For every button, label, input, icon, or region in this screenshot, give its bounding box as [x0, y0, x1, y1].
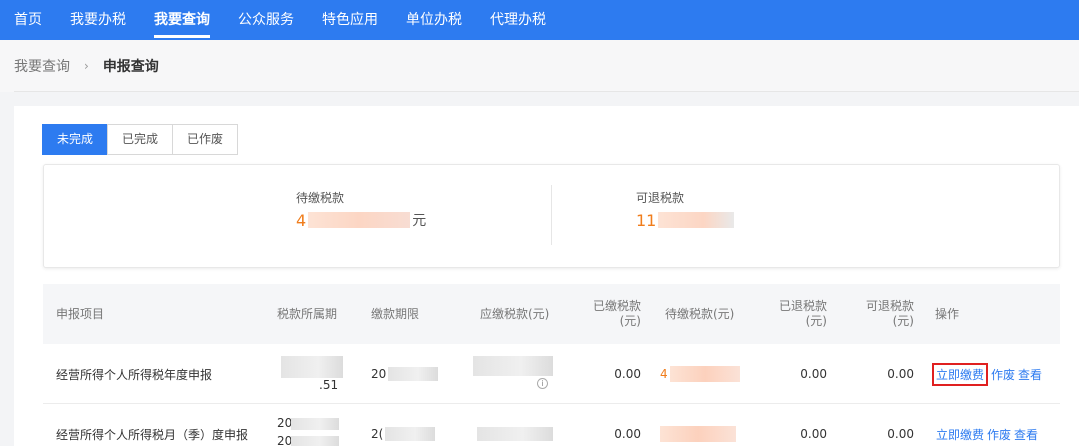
row-deadline: 2( [371, 404, 436, 446]
nav-public-service[interactable]: 公众服务 [238, 0, 294, 40]
pending-tax-unit: 元 [412, 213, 427, 229]
pay-now-button[interactable]: 立即缴费 [936, 426, 984, 443]
summary-divider [551, 185, 552, 245]
nav-query[interactable]: 我要查询 [154, 0, 210, 40]
nav-featured-apps[interactable]: 特色应用 [322, 0, 378, 40]
redacted-amount [658, 212, 735, 228]
row-refunded: 0.00 [800, 427, 827, 441]
row-item: 经营所得个人所得税年度申报 [56, 367, 213, 382]
row-period-fragment-bottom: 20 [277, 434, 293, 446]
redacted-period [281, 356, 343, 378]
redacted-pending [669, 366, 740, 382]
col-deadline: 缴款期限 [371, 306, 420, 321]
redacted-payable [473, 356, 553, 376]
top-nav: 首页 我要办税 我要查询 公众服务 特色应用 单位办税 代理办税 [0, 0, 1079, 40]
col-refunded-line1: 已退税款 [778, 299, 827, 313]
row-ops: 立即缴费 作废 查看 [932, 344, 1045, 404]
col-pending: 待缴税款(元) [665, 306, 735, 321]
void-button[interactable]: 作废 [991, 366, 1015, 383]
main-panel: 未完成 已完成 已作废 待缴税款 4 元 可退税款 11 申报项目 税款所属期 … [14, 106, 1079, 446]
col-payable: 应缴税款(元) [480, 306, 550, 321]
refundable-tax-amount: 11 [636, 210, 736, 230]
breadcrumb-divider [14, 91, 1079, 92]
row-deadline-prefix: 20 [371, 367, 387, 381]
row-period: .51 [277, 344, 347, 404]
breadcrumb: 我要查询 › 申报查询 [0, 40, 1079, 92]
redacted-period [291, 418, 339, 430]
chevron-right-icon: › [84, 59, 89, 73]
row-payable: i [473, 344, 553, 404]
pending-tax-label: 待缴税款 [296, 191, 345, 205]
row-pending-prefix: 4 [660, 367, 668, 381]
view-button[interactable]: 查看 [1014, 426, 1038, 443]
table-row: 经营所得个人所得税月（季）度申报 20 20 2( 0.00 0.00 0.00… [43, 404, 1060, 446]
row-refunded: 0.00 [800, 367, 827, 381]
row-deadline: 20 [371, 344, 439, 404]
void-button[interactable]: 作废 [987, 426, 1011, 443]
col-paid: 已缴税款 (元) [573, 284, 641, 344]
row-paid: 0.00 [614, 427, 641, 441]
nav-tax-handling[interactable]: 我要办税 [70, 0, 126, 40]
row-period: 20 20 [277, 404, 347, 446]
col-refundable-line2: (元) [892, 314, 914, 328]
table-header: 申报项目 税款所属期 缴款期限 应缴税款(元) 已缴税款 (元) 待缴税款(元) … [43, 284, 1060, 344]
col-period: 税款所属期 [277, 306, 338, 321]
tab-voided[interactable]: 已作废 [172, 124, 239, 155]
info-icon[interactable]: i [537, 378, 548, 389]
col-item: 申报项目 [56, 306, 105, 321]
declaration-table: 申报项目 税款所属期 缴款期限 应缴税款(元) 已缴税款 (元) 待缴税款(元) … [43, 284, 1060, 446]
redacted-pending [660, 426, 736, 442]
pay-now-button[interactable]: 立即缴费 [932, 362, 989, 386]
refundable-tax-block: 可退税款 11 [636, 189, 736, 230]
tab-incomplete[interactable]: 未完成 [42, 124, 109, 155]
row-refundable: 0.00 [887, 427, 914, 441]
row-pending [660, 404, 736, 446]
redacted-deadline [385, 427, 436, 441]
row-refundable: 0.00 [887, 367, 914, 381]
col-refundable-line1: 可退税款 [865, 299, 914, 313]
tax-summary-card: 待缴税款 4 元 可退税款 11 [43, 164, 1060, 268]
view-button[interactable]: 查看 [1018, 366, 1042, 383]
row-deadline-prefix: 2( [371, 427, 384, 441]
redacted-period [291, 436, 339, 446]
breadcrumb-parent[interactable]: 我要查询 [14, 56, 70, 76]
col-refundable: 可退税款 (元) [846, 284, 914, 344]
refundable-tax-amount-prefix: 11 [636, 210, 657, 230]
row-pending: 4 [660, 344, 740, 404]
pending-tax-block: 待缴税款 4 元 [296, 189, 426, 230]
nav-home[interactable]: 首页 [14, 0, 42, 40]
pending-tax-amount-prefix: 4 [296, 210, 307, 230]
redacted-deadline [388, 367, 439, 381]
nav-unit-tax[interactable]: 单位办税 [406, 0, 462, 40]
row-paid: 0.00 [614, 367, 641, 381]
row-payable [477, 404, 553, 446]
col-paid-line1: 已缴税款 [592, 299, 641, 313]
col-ops: 操作 [935, 306, 960, 321]
row-period-fragment-top: 20 [277, 416, 293, 430]
table-row: 经营所得个人所得税年度申报 .51 20 i 0.00 4 0.00 0.00 … [43, 344, 1060, 404]
breadcrumb-current: 申报查询 [102, 59, 159, 75]
nav-agent-tax[interactable]: 代理办税 [490, 0, 546, 40]
row-ops: 立即缴费 作废 查看 [936, 404, 1041, 446]
status-tabs: 未完成 已完成 已作废 [42, 124, 239, 155]
pending-tax-amount: 4 元 [296, 210, 426, 230]
row-item: 经营所得个人所得税月（季）度申报 [56, 427, 249, 442]
refundable-tax-label: 可退税款 [636, 191, 685, 205]
col-paid-line2: (元) [619, 314, 641, 328]
row-period-fragment: .51 [319, 378, 339, 392]
col-refunded: 已退税款 (元) [759, 284, 827, 344]
tab-completed[interactable]: 已完成 [107, 124, 174, 155]
redacted-payable [477, 427, 553, 441]
col-refunded-line2: (元) [805, 314, 827, 328]
redacted-amount [308, 212, 411, 228]
